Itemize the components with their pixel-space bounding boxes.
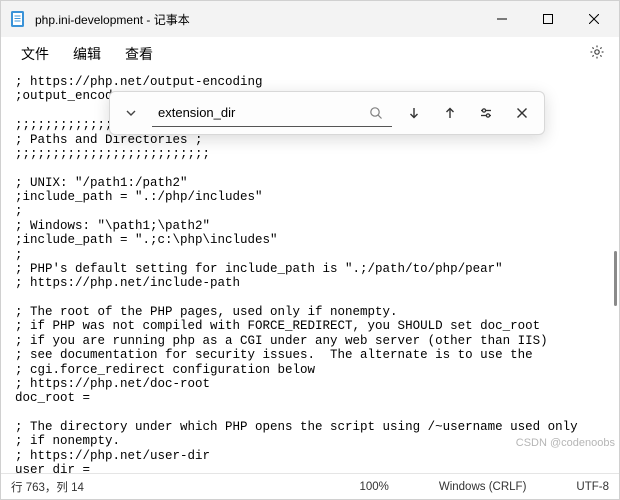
find-bar — [109, 91, 545, 135]
editor-area: ; https://php.net/output-encoding ;outpu… — [1, 71, 619, 473]
search-icon[interactable] — [366, 103, 386, 123]
settings-button[interactable] — [583, 38, 611, 71]
maximize-button[interactable] — [525, 3, 571, 35]
chevron-down-icon — [125, 107, 137, 119]
gear-icon — [589, 44, 605, 60]
window: php.ini-development - 记事本 文件 编辑 查看 ; htt… — [0, 0, 620, 500]
status-eol: Windows (CRLF) — [439, 481, 527, 493]
find-prev-button[interactable] — [436, 99, 464, 127]
vertical-scrollbar[interactable] — [607, 71, 617, 473]
watermark: CSDN @codenoobs — [516, 437, 615, 449]
arrow-up-icon — [443, 106, 457, 120]
menubar: 文件 编辑 查看 — [1, 37, 619, 71]
find-input-wrap — [152, 99, 392, 127]
menu-view[interactable]: 查看 — [113, 38, 165, 70]
window-controls — [479, 3, 617, 35]
find-expand-button[interactable] — [118, 100, 144, 126]
notepad-icon — [9, 10, 27, 28]
menu-file[interactable]: 文件 — [9, 38, 61, 70]
close-icon — [516, 107, 528, 119]
sliders-icon — [479, 106, 493, 120]
menu-edit[interactable]: 编辑 — [61, 38, 113, 70]
status-zoom: 100% — [359, 481, 388, 493]
window-title: php.ini-development - 记事本 — [35, 11, 479, 28]
arrow-down-icon — [407, 106, 421, 120]
scrollbar-thumb[interactable] — [614, 251, 617, 306]
statusbar: 行 763，列 14 100% Windows (CRLF) UTF-8 — [1, 473, 619, 499]
titlebar: php.ini-development - 记事本 — [1, 1, 619, 37]
status-encoding: UTF-8 — [576, 481, 609, 493]
status-position: 行 763，列 14 — [11, 479, 84, 495]
find-next-button[interactable] — [400, 99, 428, 127]
minimize-button[interactable] — [479, 3, 525, 35]
find-input[interactable] — [158, 105, 366, 120]
close-button[interactable] — [571, 3, 617, 35]
find-options-button[interactable] — [472, 99, 500, 127]
find-close-button[interactable] — [508, 99, 536, 127]
